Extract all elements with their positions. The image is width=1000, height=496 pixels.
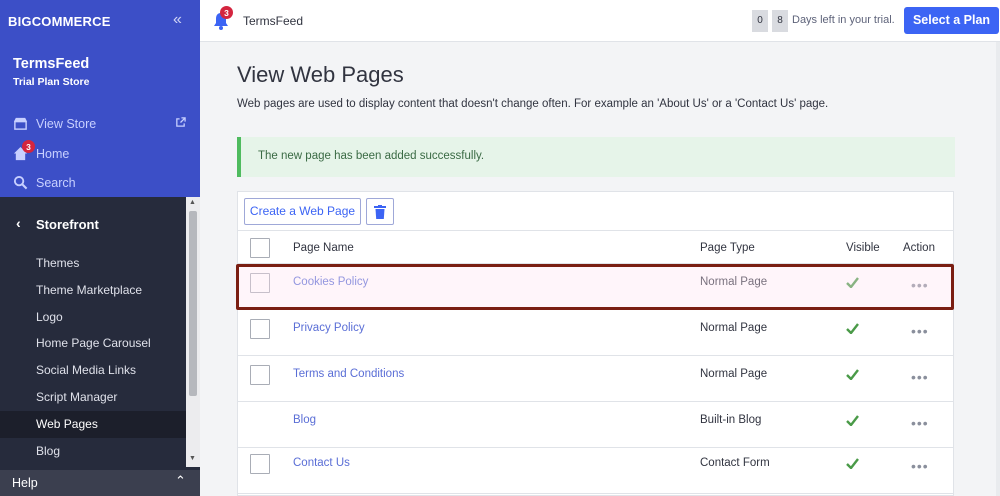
collapse-sidebar-icon[interactable]: « [173,11,182,29]
sidebar-header: BIGCOMMERCE « TermsFeed Trial Plan Store… [0,0,200,197]
sidebar-item-blog[interactable]: Blog [0,438,186,465]
page-type: Normal Page [700,322,768,334]
row-actions-menu[interactable]: ••• [911,323,929,339]
sidebar-item-theme-marketplace[interactable]: Theme Marketplace [0,277,186,304]
highlighted-row-outline [236,264,954,310]
top-store-name: TermsFeed [243,14,304,28]
success-alert: The new page has been added successfully… [237,137,955,177]
chevron-left-icon: ‹ [16,215,21,231]
page-subtitle: Web pages are used to display content th… [237,98,829,110]
sidebar-item-social-media-links[interactable]: Social Media Links [0,357,186,384]
column-header-page-type[interactable]: Page Type [700,242,755,254]
store-name: TermsFeed [13,56,90,72]
bigcommerce-logo: BIGCOMMERCE [8,14,111,29]
home-label: Home [36,146,70,161]
store-plan: Trial Plan Store [13,76,90,88]
chevron-up-icon: ⌃ [175,473,186,488]
sidebar-item-logo[interactable]: Logo [0,304,186,331]
row-checkbox[interactable] [250,454,270,474]
home-notification-badge: 3 [22,140,35,153]
search-link[interactable]: Search [13,175,76,190]
scrollbar-thumb[interactable] [189,211,197,396]
page-scrollbar-track[interactable] [996,42,1000,496]
table-row: Contact Us Contact Form ••• [238,449,953,494]
column-header-visible[interactable]: Visible [846,242,880,254]
storefront-icon [13,117,28,130]
table-row: Terms and Conditions Normal Page ••• [238,357,953,402]
storefront-menu: Themes Theme Marketplace Logo Home Page … [0,250,186,464]
sidebar: BIGCOMMERCE « TermsFeed Trial Plan Store… [0,0,200,496]
page-type: Contact Form [700,457,770,469]
visible-check-icon [846,415,859,426]
web-pages-table: Create a Web Page Page Name Page Type Vi… [237,191,954,496]
visible-check-icon [846,458,859,469]
trial-days-text: Days left in your trial. [792,14,895,26]
page-name-link[interactable]: Terms and Conditions [293,368,404,380]
sidebar-item-home-page-carousel[interactable]: Home Page Carousel [0,330,186,357]
visible-check-icon [846,369,859,380]
sidebar-scrollbar[interactable]: ▲ ▼ [186,197,200,467]
search-icon [13,175,28,190]
view-store-link[interactable]: View Store [13,116,96,131]
select-all-checkbox[interactable] [250,238,270,258]
external-link-icon[interactable] [175,117,186,128]
row-actions-menu[interactable]: ••• [911,415,929,431]
notification-badge: 3 [220,6,233,19]
delete-button[interactable] [366,198,394,225]
search-label: Search [36,175,76,190]
table-row: Privacy Policy Normal Page ••• [238,311,953,356]
column-header-page-name[interactable]: Page Name [293,242,354,254]
row-checkbox[interactable] [250,319,270,339]
page-type: Normal Page [700,368,768,380]
help-label: Help [12,476,38,490]
table-toolbar: Create a Web Page [238,192,953,231]
page-name-link[interactable]: Blog [293,414,316,426]
visible-check-icon [846,323,859,334]
row-actions-menu[interactable]: ••• [911,458,929,474]
table-row: Blog Built-in Blog ••• [238,403,953,448]
view-store-label: View Store [36,116,97,131]
sidebar-item-themes[interactable]: Themes [0,250,186,277]
trial-days-digit: 8 [772,10,788,32]
create-web-page-button[interactable]: Create a Web Page [244,198,361,225]
storefront-section-header[interactable]: ‹ Storefront [0,209,186,239]
storefront-label: Storefront [36,217,99,232]
page-name-link[interactable]: Contact Us [293,457,350,469]
scroll-down-arrow-icon[interactable]: ▼ [189,455,196,462]
page-name-link[interactable]: Privacy Policy [293,322,365,334]
select-plan-button[interactable]: Select a Plan [904,7,999,34]
page-type: Built-in Blog [700,414,762,426]
top-bar: TermsFeed 0 8 Days left in your trial. S… [200,0,1000,42]
page-title: View Web Pages [237,62,404,87]
row-actions-menu[interactable]: ••• [911,369,929,385]
help-menu[interactable]: Help ⌃ [0,470,200,496]
trash-icon [374,204,386,219]
sidebar-item-script-manager[interactable]: Script Manager [0,384,186,411]
success-alert-text: The new page has been added successfully… [258,150,485,162]
row-checkbox[interactable] [250,365,270,385]
table-header: Page Name Page Type Visible Action [238,232,953,264]
column-header-action: Action [903,242,935,254]
sidebar-item-web-pages[interactable]: Web Pages [0,410,186,438]
scroll-up-arrow-icon[interactable]: ▲ [189,199,196,206]
trial-days-digit: 0 [752,10,768,32]
